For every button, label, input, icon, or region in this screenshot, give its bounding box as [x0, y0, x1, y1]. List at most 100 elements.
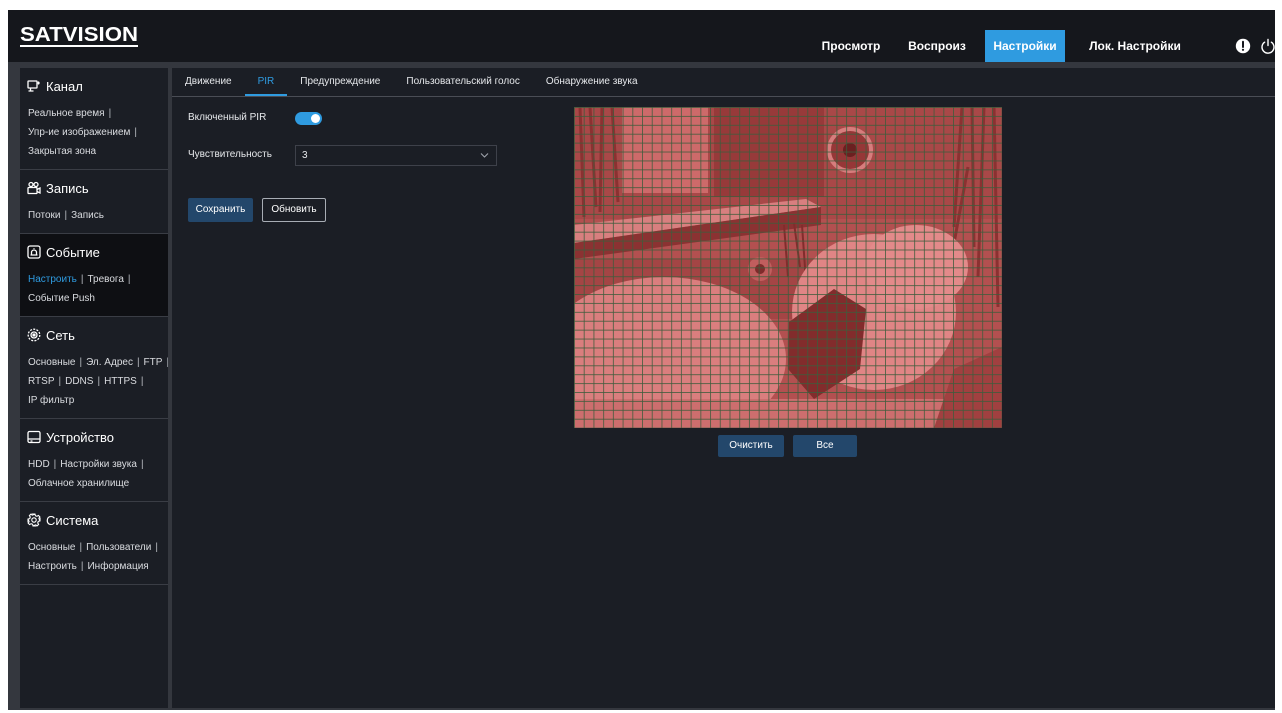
gear-icon [27, 513, 41, 527]
link-separator: | [80, 561, 84, 572]
sidebar-link-row: Облачное хранилище [28, 474, 168, 493]
sidebar-link[interactable]: Потоки [28, 210, 61, 221]
alarm-icon [27, 245, 41, 259]
tab-bar: Движение PIR Предупреждение Пользователь… [172, 68, 1275, 97]
sidebar-link[interactable]: Событие Push [28, 293, 95, 304]
nav-playback[interactable]: Воспроиз [897, 30, 977, 62]
sidebar-link[interactable]: DDNS [65, 376, 93, 387]
sidebar-link[interactable]: Облачное хранилище [28, 478, 129, 489]
link-separator: | [166, 357, 168, 368]
sidebar-link-row: Основные | Пользователи | [28, 538, 168, 557]
sidebar-link[interactable]: Основные [28, 542, 75, 553]
sidebar-link[interactable]: Основные [28, 357, 75, 368]
pir-toggle[interactable] [295, 112, 322, 125]
hdd-icon [27, 430, 41, 444]
link-separator: | [136, 357, 140, 368]
sidebar-section-event: Событие Настроить | Тревога | Событие Push [20, 234, 168, 317]
sidebar-links: HDD | Настройки звука | Облачное хранилище [20, 455, 168, 493]
sidebar-section-device: Устройство HDD | Настройки звука | Облачное х… [20, 419, 168, 502]
sidebar-links: Основные | Эл. Адрес | FTP | RTSP | DDNS | HTTPS | I… [20, 353, 168, 410]
sidebar-links: Реальное время | Упр-ие изображением | Закры… [20, 104, 168, 161]
sidebar-link[interactable]: HTTPS [104, 376, 137, 387]
pir-area-preview[interactable] [574, 107, 1002, 428]
refresh-button[interactable]: Обновить [262, 198, 326, 222]
sidebar-link[interactable]: Настроить [28, 561, 77, 572]
link-separator: | [108, 108, 112, 119]
power-icon[interactable] [1260, 38, 1275, 54]
sidebar-link-row: Реальное время | [28, 104, 168, 123]
save-button[interactable]: Сохранить [188, 198, 253, 222]
link-separator: | [97, 376, 101, 387]
sidebar-section-system: Система Основные | Пользователи | Настроить | И… [20, 502, 168, 585]
link-separator: | [140, 459, 144, 470]
sidebar-heading-label: Сеть [46, 327, 75, 343]
nav-live-view[interactable]: Просмотр [811, 30, 891, 62]
nav-local-settings[interactable]: Лок. Настройки [1088, 30, 1182, 62]
sensitivity-label: Чувствительность [188, 149, 272, 160]
link-separator: | [64, 210, 68, 221]
sidebar-link[interactable]: RTSP [28, 376, 55, 387]
sidebar-link[interactable]: Настроить [28, 274, 77, 285]
app-window: SATVISION Просмотр Воспроиз Настройки Ло… [8, 10, 1275, 710]
sidebar-link[interactable]: Тревога [87, 274, 123, 285]
link-separator: | [140, 376, 144, 387]
link-separator: | [127, 274, 131, 285]
sidebar-heading-event[interactable]: Событие [20, 242, 168, 262]
select-all-button[interactable]: Все [793, 435, 857, 457]
tab-motion[interactable]: Движение [172, 68, 245, 96]
sensitivity-value: 3 [302, 150, 308, 161]
sidebar-link-row: Потоки | Запись [28, 206, 168, 225]
svg-text:SATVISION: SATVISION [20, 24, 138, 46]
tab-custom-voice[interactable]: Пользовательский голос [393, 68, 533, 96]
tab-warning[interactable]: Предупреждение [287, 68, 393, 96]
sidebar-link-row: IP фильтр [28, 391, 168, 410]
settings-sidebar: Канал Реальное время | Упр-ие изображением |… [20, 68, 168, 708]
sidebar-links: Настроить | Тревога | Событие Push [20, 270, 168, 308]
pir-enable-label: Включенный PIR [188, 112, 267, 123]
sidebar-section-record: Запись Потоки | Запись [20, 170, 168, 234]
link-separator: | [79, 542, 83, 553]
tab-sound-detection[interactable]: Обнаружение звука [533, 68, 651, 96]
sidebar-link[interactable]: Настройки звука [60, 459, 137, 470]
sidebar-heading-network[interactable]: Сеть [20, 325, 168, 345]
sidebar-heading-label: Канал [46, 78, 83, 94]
link-separator: | [58, 376, 62, 387]
main-panel: Движение PIR Предупреждение Пользователь… [172, 68, 1275, 708]
sidebar-link[interactable]: FTP [144, 357, 163, 368]
sidebar-link[interactable]: Упр-ие изображением [28, 127, 130, 138]
tab-pir[interactable]: PIR [245, 68, 288, 96]
sidebar-heading-record[interactable]: Запись [20, 178, 168, 198]
sidebar-link[interactable]: Запись [71, 210, 104, 221]
link-separator: | [80, 274, 84, 285]
sidebar-heading-label: Устройство [46, 429, 115, 445]
monitor-icon [27, 79, 41, 93]
sidebar-section-network: Сеть Основные | Эл. Адрес | FTP | RTSP | DDNS | HTT… [20, 317, 168, 419]
sidebar-heading-channel[interactable]: Канал [20, 76, 168, 96]
sidebar-link-row: Упр-ие изображением | [28, 123, 168, 142]
sidebar-link-row: RTSP | DDNS | HTTPS | [28, 372, 168, 391]
nav-settings[interactable]: Настройки [985, 30, 1065, 62]
sidebar-link-row: Настроить | Тревога | [28, 270, 168, 289]
sidebar-link[interactable]: Закрытая зона [28, 146, 96, 157]
sensitivity-select[interactable]: 3 [295, 145, 497, 166]
sidebar-link-row: Настроить | Информация [28, 557, 168, 576]
sidebar-heading-label: Запись [46, 180, 89, 196]
sidebar-link-row: Закрытая зона [28, 142, 168, 161]
sidebar-heading-system[interactable]: Система [20, 510, 168, 530]
alert-icon[interactable] [1235, 38, 1251, 54]
clear-button[interactable]: Очистить [718, 435, 784, 457]
camera-icon [27, 181, 41, 195]
sidebar-link[interactable]: Эл. Адрес [86, 357, 133, 368]
detection-grid[interactable] [574, 107, 1002, 428]
link-separator: | [134, 127, 138, 138]
sidebar-link[interactable]: Пользователи [86, 542, 151, 553]
sidebar-link[interactable]: IP фильтр [28, 395, 74, 406]
sidebar-link[interactable]: HDD [28, 459, 50, 470]
sidebar-heading-device[interactable]: Устройство [20, 427, 168, 447]
sidebar-link[interactable]: Реальное время [28, 108, 105, 119]
sidebar-link[interactable]: Информация [87, 561, 148, 572]
satvision-logo: SATVISION [20, 24, 138, 47]
sidebar-links: Потоки | Запись [20, 206, 168, 225]
sidebar-heading-label: Событие [46, 244, 100, 260]
sidebar-link-row: HDD | Настройки звука | [28, 455, 168, 474]
